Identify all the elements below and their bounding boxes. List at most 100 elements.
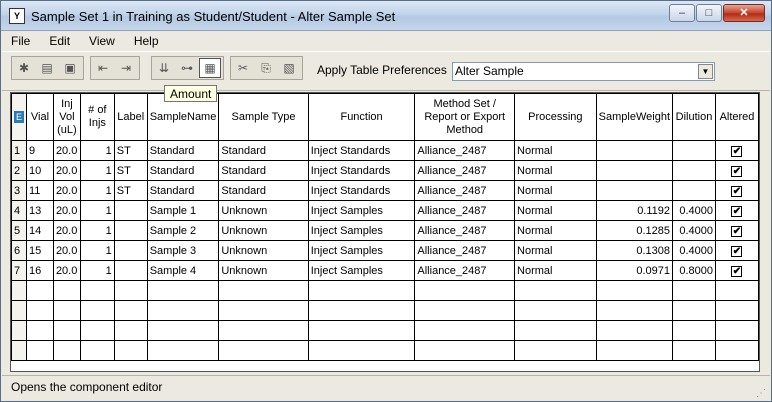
- num-injs-cell[interactable]: [79, 300, 115, 321]
- sample-set-table[interactable]: E Vial Inj Vol (uL) # of Injs Label Samp…: [10, 92, 760, 372]
- label-cell[interactable]: [113, 200, 148, 221]
- num-injs-cell[interactable]: 1: [79, 220, 115, 241]
- maximize-button[interactable]: □: [696, 4, 722, 22]
- sample-name-cell[interactable]: [146, 300, 220, 321]
- dilution-cell[interactable]: [672, 340, 716, 361]
- inj-vol-cell[interactable]: 20.0: [52, 260, 81, 281]
- sample-weight-cell[interactable]: [595, 180, 674, 201]
- altered-cell[interactable]: ✔: [714, 240, 759, 261]
- function-cell[interactable]: Inject Samples: [307, 200, 416, 221]
- table-row[interactable]: [11, 280, 759, 301]
- dilution-cell[interactable]: [672, 180, 716, 201]
- menu-file[interactable]: File: [2, 34, 40, 48]
- dilution-cell[interactable]: [672, 300, 716, 321]
- sample-weight-cell[interactable]: [595, 140, 674, 161]
- sample-type-cell[interactable]: [218, 320, 309, 341]
- dilution-cell[interactable]: [672, 140, 716, 161]
- table-row[interactable]: 3 11 20.0 1 ST Standard Standard Inject Standar…: [11, 180, 759, 201]
- num-injs-cell[interactable]: 1: [79, 240, 115, 261]
- function-cell[interactable]: [307, 280, 416, 301]
- sample-name-cell[interactable]: Standard: [146, 140, 220, 161]
- table-corner[interactable]: E: [11, 93, 27, 141]
- num-injs-cell[interactable]: [79, 320, 115, 341]
- function-cell[interactable]: Inject Samples: [307, 240, 416, 261]
- altered-cell[interactable]: ✔: [714, 160, 759, 181]
- vial-cell[interactable]: 15: [26, 240, 54, 261]
- row-number-cell[interactable]: 6: [11, 240, 27, 261]
- label-cell[interactable]: [113, 220, 148, 241]
- altered-checkbox[interactable]: ✔: [731, 185, 743, 197]
- row-number-cell[interactable]: 1: [11, 140, 27, 161]
- label-cell[interactable]: [113, 300, 148, 321]
- header-sample-weight[interactable]: SampleWeight: [595, 93, 674, 141]
- new-sample-set-icon[interactable]: ✱: [13, 58, 35, 78]
- altered-cell[interactable]: ✔: [714, 260, 759, 281]
- fill-down-icon[interactable]: ⇊: [153, 58, 175, 78]
- sample-weight-cell[interactable]: [595, 280, 674, 301]
- processing-cell[interactable]: [514, 340, 597, 361]
- processing-cell[interactable]: [514, 320, 597, 341]
- sample-weight-cell[interactable]: 0.1192: [595, 200, 674, 221]
- num-injs-cell[interactable]: 1: [79, 160, 115, 181]
- inj-vol-cell[interactable]: 20.0: [52, 140, 81, 161]
- sample-type-cell[interactable]: Unknown: [218, 220, 309, 241]
- sample-name-cell[interactable]: Sample 4: [146, 260, 220, 281]
- insert-row-right-icon[interactable]: ⇥: [115, 58, 137, 78]
- table-row[interactable]: [11, 320, 759, 341]
- table-row[interactable]: 6 15 20.0 1 Sample 3 Unknown Inject Samples All…: [11, 240, 759, 261]
- vial-cell[interactable]: [26, 300, 54, 321]
- copy-icon[interactable]: ⎘: [255, 58, 277, 78]
- label-cell[interactable]: [113, 240, 148, 261]
- resize-grip-icon[interactable]: ⋰: [756, 388, 766, 399]
- processing-cell[interactable]: Normal: [514, 260, 597, 281]
- function-cell[interactable]: [307, 340, 416, 361]
- processing-cell[interactable]: Normal: [514, 240, 597, 261]
- sample-name-cell[interactable]: [146, 320, 220, 341]
- vial-cell[interactable]: [26, 320, 54, 341]
- method-set-cell[interactable]: Alliance_2487: [414, 260, 516, 281]
- processing-cell[interactable]: Normal: [514, 180, 597, 201]
- sample-weight-cell[interactable]: [595, 300, 674, 321]
- function-cell[interactable]: Inject Samples: [307, 260, 416, 281]
- row-number-cell[interactable]: 4: [11, 200, 27, 221]
- close-button[interactable]: ✕: [723, 4, 765, 22]
- vial-cell[interactable]: [26, 280, 54, 301]
- vial-cell[interactable]: 9: [26, 140, 54, 161]
- table-row[interactable]: [11, 340, 759, 361]
- row-number-cell[interactable]: 3: [11, 180, 27, 201]
- dilution-cell[interactable]: 0.8000: [672, 260, 716, 281]
- method-set-cell[interactable]: [414, 280, 516, 301]
- inj-vol-cell[interactable]: [52, 280, 81, 301]
- altered-cell[interactable]: [714, 320, 759, 341]
- table-preferences-select[interactable]: Alter Sample ▼: [452, 62, 715, 81]
- sample-type-cell[interactable]: [218, 300, 309, 321]
- vial-cell[interactable]: 10: [26, 160, 54, 181]
- altered-checkbox[interactable]: ✔: [731, 225, 743, 237]
- method-set-cell[interactable]: Alliance_2487: [414, 180, 516, 201]
- label-cell[interactable]: ST: [113, 180, 148, 201]
- label-cell[interactable]: ST: [113, 140, 148, 161]
- inj-vol-cell[interactable]: 20.0: [52, 240, 81, 261]
- header-label[interactable]: Label: [113, 93, 148, 141]
- inj-vol-cell[interactable]: [52, 340, 81, 361]
- sample-weight-cell[interactable]: [595, 340, 674, 361]
- vial-cell[interactable]: 13: [26, 200, 54, 221]
- open-icon[interactable]: ▤: [36, 58, 58, 78]
- table-row[interactable]: 5 14 20.0 1 Sample 2 Unknown Inject Samples All…: [11, 220, 759, 241]
- dropdown-arrow-icon[interactable]: ▼: [698, 64, 713, 79]
- row-number-cell[interactable]: [11, 300, 27, 321]
- minimize-button[interactable]: –: [669, 4, 695, 22]
- vial-cell[interactable]: [26, 340, 54, 361]
- sample-type-cell[interactable]: Standard: [218, 140, 309, 161]
- sample-weight-cell[interactable]: 0.1308: [595, 240, 674, 261]
- altered-cell[interactable]: [714, 300, 759, 321]
- vial-cell[interactable]: 16: [26, 260, 54, 281]
- label-cell[interactable]: ST: [113, 160, 148, 181]
- table-row[interactable]: 2 10 20.0 1 ST Standard Standard Inject Standar…: [11, 160, 759, 181]
- sample-type-cell[interactable]: Unknown: [218, 240, 309, 261]
- component-editor-icon[interactable]: ▦: [199, 58, 221, 78]
- sample-weight-cell[interactable]: [595, 160, 674, 181]
- method-set-cell[interactable]: [414, 340, 516, 361]
- dilution-cell[interactable]: [672, 280, 716, 301]
- altered-checkbox[interactable]: ✔: [731, 165, 743, 177]
